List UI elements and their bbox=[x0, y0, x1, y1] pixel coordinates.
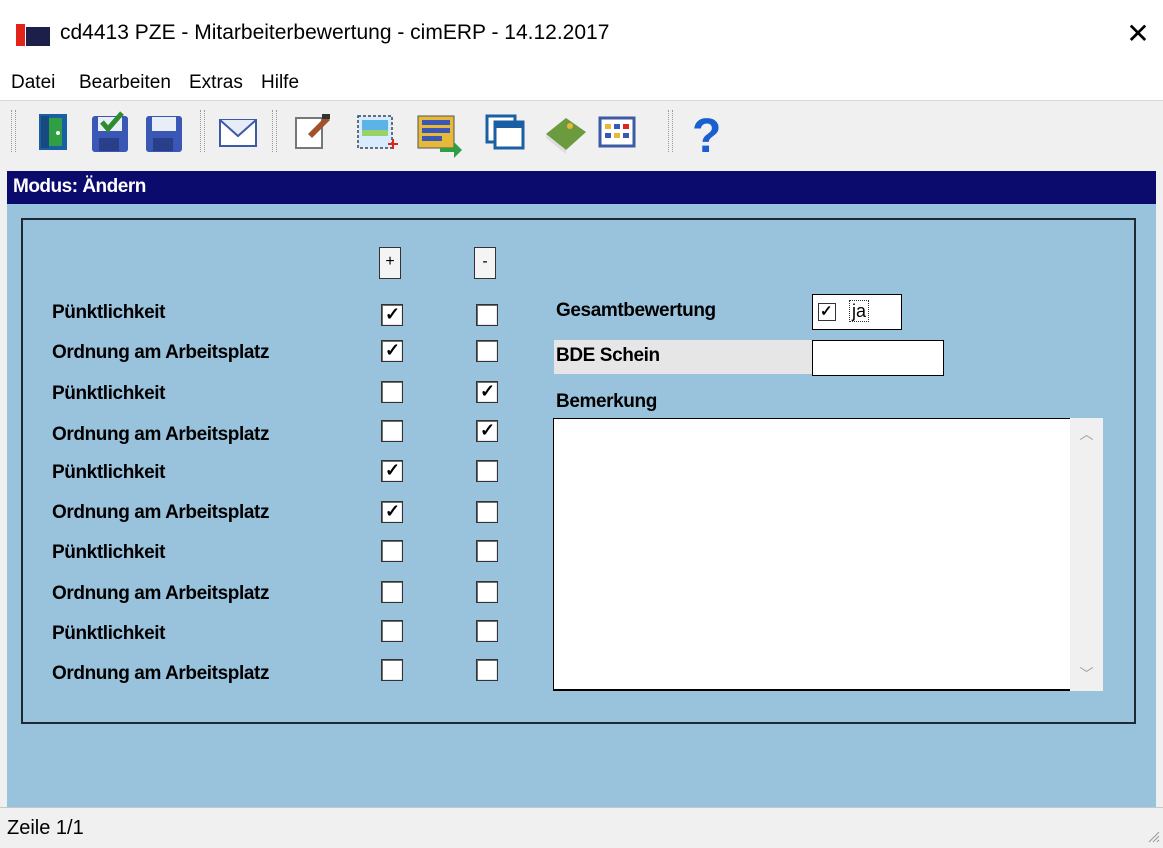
criteria-label: Ordnung am Arbeitsplatz bbox=[52, 424, 270, 445]
new-record-icon[interactable] bbox=[354, 104, 402, 160]
svg-text:?: ? bbox=[692, 110, 721, 160]
save-confirm-icon[interactable] bbox=[88, 104, 136, 160]
check-icon: ✓ bbox=[480, 420, 496, 440]
criteria-label: Ordnung am Arbeitsplatz bbox=[52, 342, 270, 363]
help-icon[interactable]: ? bbox=[684, 104, 732, 163]
minus-checkbox[interactable]: ✓ bbox=[476, 581, 498, 603]
minus-checkbox[interactable]: ✓ bbox=[476, 501, 498, 523]
bde-label: BDE Schein bbox=[556, 345, 660, 366]
minus-checkbox[interactable]: ✓ bbox=[476, 620, 498, 642]
minus-checkbox[interactable]: ✓ bbox=[476, 340, 498, 362]
plus-checkbox[interactable]: ✓ bbox=[381, 501, 403, 523]
plus-checkbox[interactable]: ✓ bbox=[381, 340, 403, 362]
criteria-label: Pünktlichkeit bbox=[52, 383, 166, 404]
minus-checkbox[interactable]: ✓ bbox=[476, 460, 498, 482]
window-title: cd4413 PZE - Mitarbeiterbewertung - cimE… bbox=[60, 21, 610, 44]
toolbar-separator bbox=[272, 110, 277, 152]
check-icon: ✓ bbox=[385, 460, 401, 480]
plus-column-header[interactable]: + bbox=[379, 247, 401, 279]
edit-document-icon[interactable] bbox=[288, 104, 336, 160]
plus-checkbox[interactable]: ✓ bbox=[381, 304, 403, 326]
check-icon: ✓ bbox=[385, 340, 401, 360]
toolbar-separator bbox=[668, 110, 673, 152]
transfer-list-icon[interactable] bbox=[414, 104, 462, 160]
menu-hilfe[interactable]: Hilfe bbox=[261, 72, 299, 94]
book-icon[interactable] bbox=[542, 104, 590, 160]
check-icon: ✓ bbox=[385, 501, 401, 521]
criteria-label: Ordnung am Arbeitsplatz bbox=[52, 663, 270, 684]
menu-bearbeiten[interactable]: Bearbeiten bbox=[79, 72, 171, 94]
gesamt-field[interactable]: ✓ ja bbox=[812, 294, 902, 330]
plus-checkbox[interactable]: ✓ bbox=[381, 381, 403, 403]
plus-checkbox[interactable]: ✓ bbox=[381, 581, 403, 603]
menu-datei[interactable]: Datei bbox=[11, 72, 55, 94]
gesamt-value: ja bbox=[849, 300, 870, 322]
minus-checkbox[interactable]: ✓ bbox=[476, 381, 498, 403]
gesamt-checkbox[interactable]: ✓ bbox=[818, 303, 836, 321]
plus-checkbox[interactable]: ✓ bbox=[381, 420, 403, 442]
minus-checkbox[interactable]: ✓ bbox=[476, 540, 498, 562]
menu-extras[interactable]: Extras bbox=[189, 72, 243, 94]
status-bar bbox=[0, 807, 1163, 846]
calendar-grid-icon[interactable] bbox=[594, 104, 642, 160]
scroll-up-icon[interactable]: ︿ bbox=[1070, 424, 1103, 448]
minus-checkbox[interactable]: ✓ bbox=[476, 659, 498, 681]
mail-icon[interactable] bbox=[214, 104, 262, 160]
close-button[interactable]: ✕ bbox=[1118, 14, 1158, 54]
scroll-down-icon[interactable]: ﹀ bbox=[1070, 664, 1103, 688]
criteria-label: Pünktlichkeit bbox=[52, 302, 166, 323]
criteria-label: Pünktlichkeit bbox=[52, 542, 166, 563]
plus-checkbox[interactable]: ✓ bbox=[381, 620, 403, 642]
minus-checkbox[interactable]: ✓ bbox=[476, 420, 498, 442]
criteria-label: Pünktlichkeit bbox=[52, 462, 166, 483]
bemerkung-textarea[interactable] bbox=[553, 418, 1103, 691]
plus-checkbox[interactable]: ✓ bbox=[381, 659, 403, 681]
minus-column-header[interactable]: - bbox=[474, 247, 496, 279]
app-logo-icon bbox=[16, 24, 50, 46]
mode-bar bbox=[7, 171, 1156, 204]
bde-label-box: BDE Schein bbox=[554, 340, 812, 374]
check-icon: ✓ bbox=[480, 381, 496, 401]
bemerkung-label: Bemerkung bbox=[556, 391, 657, 412]
check-icon: ✓ bbox=[385, 304, 401, 324]
criteria-label: Pünktlichkeit bbox=[52, 623, 166, 644]
toolbar-separator bbox=[200, 110, 205, 152]
gesamt-label: Gesamtbewertung bbox=[556, 300, 716, 321]
exit-door-icon[interactable] bbox=[31, 104, 79, 160]
bde-schein-input[interactable] bbox=[812, 340, 944, 376]
status-text: Zeile 1/1 bbox=[7, 817, 84, 839]
windows-icon[interactable] bbox=[483, 104, 531, 160]
bemerkung-scrollbar[interactable] bbox=[1070, 418, 1103, 691]
check-icon: ✓ bbox=[820, 303, 833, 320]
criteria-label: Ordnung am Arbeitsplatz bbox=[52, 502, 270, 523]
minus-checkbox[interactable]: ✓ bbox=[476, 304, 498, 326]
criteria-label: Ordnung am Arbeitsplatz bbox=[52, 583, 270, 604]
plus-checkbox[interactable]: ✓ bbox=[381, 540, 403, 562]
menu-bar bbox=[0, 66, 1163, 100]
toolbar-grip bbox=[11, 110, 16, 152]
save-icon[interactable] bbox=[142, 104, 190, 160]
plus-checkbox[interactable]: ✓ bbox=[381, 460, 403, 482]
mode-label: Modus: Ändern bbox=[13, 176, 146, 197]
resize-grip-icon[interactable] bbox=[1148, 830, 1160, 843]
